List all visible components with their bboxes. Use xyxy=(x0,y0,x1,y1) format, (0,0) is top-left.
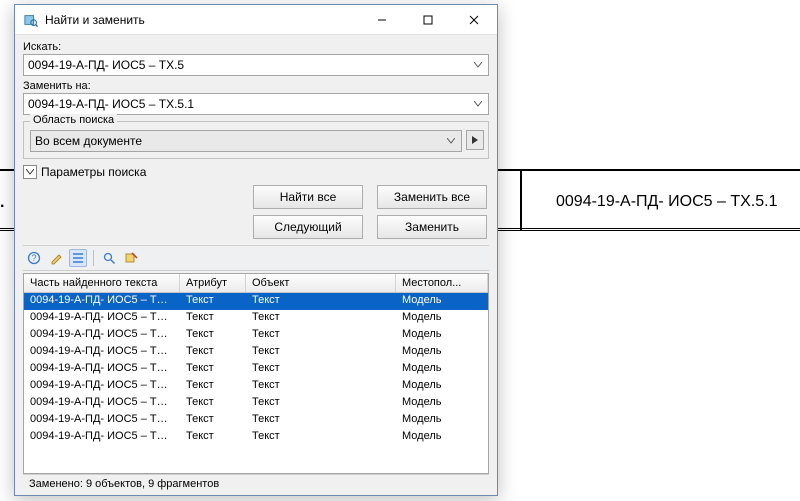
table-cell: Текст xyxy=(246,412,396,429)
scope-value: Во всем документе xyxy=(35,131,443,151)
results-table[interactable]: Часть найденного текста Атрибут Объект М… xyxy=(23,273,489,474)
table-cell: 0094-19-А-ПД- ИОС5 – ТХ.5.1 xyxy=(24,429,180,446)
chevron-down-icon[interactable] xyxy=(23,165,37,179)
table-cell: 0094-19-А-ПД- ИОС5 – ТХ.5.1 xyxy=(24,344,180,361)
table-cell: Текст xyxy=(246,395,396,412)
table-cell: 0094-19-А-ПД- ИОС5 – ТХ.5.1 xyxy=(24,310,180,327)
results-toolbar: ? xyxy=(23,245,489,271)
table-cell: Текст xyxy=(246,361,396,378)
table-cell: Модель xyxy=(396,395,488,412)
table-cell: Модель xyxy=(396,412,488,429)
table-cell: Текст xyxy=(246,327,396,344)
find-replace-dialog: Найти и заменить Искать: 0094-19-А-ПД- И… xyxy=(14,4,498,496)
replace-combo[interactable]: 0094-19-А-ПД- ИОС5 – ТХ.5.1 xyxy=(23,93,489,115)
table-cell: Текст xyxy=(180,361,246,378)
go-button[interactable] xyxy=(466,130,484,150)
table-cell: Модель xyxy=(396,293,488,310)
table-cell: 0094-19-А-ПД- ИОС5 – ТХ.5.1 xyxy=(24,378,180,395)
titlebar[interactable]: Найти и заменить xyxy=(15,5,497,35)
scope-title: Область поиска xyxy=(30,114,117,126)
table-cell: 0094-19-А-ПД- ИОС5 – ТХ.5.1 xyxy=(24,293,180,310)
table-cell: 0094-19-А-ПД- ИОС5 – ТХ.5.1 xyxy=(24,395,180,412)
table-row[interactable]: 0094-19-А-ПД- ИОС5 – ТХ.5.1ТекстТекстМод… xyxy=(24,344,488,361)
params-expander[interactable]: Параметры поиска xyxy=(23,165,489,179)
search-label: Искать: xyxy=(23,41,489,53)
help-icon[interactable]: ? xyxy=(25,249,43,267)
table-cell: Модель xyxy=(396,378,488,395)
col-header-location[interactable]: Местопол... xyxy=(396,274,488,292)
highlight-icon[interactable] xyxy=(122,249,140,267)
table-cell: Текст xyxy=(180,293,246,310)
table-row[interactable]: 0094-19-А-ПД- ИОС5 – ТХ.5.1ТекстТекстМод… xyxy=(24,293,488,310)
chevron-down-icon[interactable] xyxy=(470,95,486,113)
app-icon xyxy=(23,12,39,28)
edit-icon[interactable] xyxy=(47,249,65,267)
svg-text:?: ? xyxy=(31,253,36,263)
table-cell: 0094-19-А-ПД- ИОС5 – ТХ.5.1 xyxy=(24,327,180,344)
table-row[interactable]: 0094-19-А-ПД- ИОС5 – ТХ.5.1ТекстТекстМод… xyxy=(24,310,488,327)
col-header-object[interactable]: Объект xyxy=(246,274,396,292)
table-cell: Текст xyxy=(246,344,396,361)
find-all-button[interactable]: Найти все xyxy=(253,185,363,209)
magnifier-icon[interactable] xyxy=(100,249,118,267)
replace-value: 0094-19-А-ПД- ИОС5 – ТХ.5.1 xyxy=(28,94,470,114)
table-cell: Текст xyxy=(180,327,246,344)
replace-button[interactable]: Заменить xyxy=(377,215,487,239)
table-cell: Текст xyxy=(246,293,396,310)
table-cell: Модель xyxy=(396,344,488,361)
table-cell: Текст xyxy=(246,378,396,395)
table-cell: Текст xyxy=(180,412,246,429)
table-row[interactable]: 0094-19-А-ПД- ИОС5 – ТХ.5.1ТекстТекстМод… xyxy=(24,378,488,395)
window-title: Найти и заменить xyxy=(45,13,359,27)
table-cell: Текст xyxy=(180,378,246,395)
table-row[interactable]: 0094-19-А-ПД- ИОС5 – ТХ.5.1ТекстТекстМод… xyxy=(24,361,488,378)
table-cell: Модель xyxy=(396,327,488,344)
next-button[interactable]: Следующий xyxy=(253,215,363,239)
table-cell: Текст xyxy=(246,310,396,327)
list-view-icon[interactable] xyxy=(69,249,87,267)
col-header-attribute[interactable]: Атрибут xyxy=(180,274,246,292)
col-header-text[interactable]: Часть найденного текста xyxy=(24,274,180,292)
table-row[interactable]: 0094-19-А-ПД- ИОС5 – ТХ.5.1ТекстТекстМод… xyxy=(24,395,488,412)
table-cell: Текст xyxy=(246,429,396,446)
replace-label: Заменить на: xyxy=(23,80,489,92)
table-cell: Текст xyxy=(180,395,246,412)
table-cell: Текст xyxy=(180,310,246,327)
doc-row-number: . xyxy=(0,194,4,212)
table-cell: Модель xyxy=(396,361,488,378)
search-combo[interactable]: 0094-19-А-ПД- ИОС5 – ТХ.5 xyxy=(23,54,489,76)
table-row[interactable]: 0094-19-А-ПД- ИОС5 – ТХ.5.1ТекстТекстМод… xyxy=(24,429,488,446)
table-cell: Модель xyxy=(396,310,488,327)
table-cell: 0094-19-А-ПД- ИОС5 – ТХ.5.1 xyxy=(24,361,180,378)
search-value: 0094-19-А-ПД- ИОС5 – ТХ.5 xyxy=(28,55,470,75)
scope-combo[interactable]: Во всем документе xyxy=(30,130,462,152)
search-scope-group: Область поиска Во всем документе xyxy=(23,121,489,159)
doc-cell-value: 0094-19-А-ПД- ИОС5 – ТХ.5.1 xyxy=(556,193,777,211)
table-cell: 0094-19-А-ПД- ИОС5 – ТХ.5.1 xyxy=(24,412,180,429)
replace-all-button[interactable]: Заменить все xyxy=(377,185,487,209)
status-bar: Заменено: 9 объектов, 9 фрагментов xyxy=(23,474,489,493)
chevron-down-icon[interactable] xyxy=(443,132,459,150)
table-row[interactable]: 0094-19-А-ПД- ИОС5 – ТХ.5.1ТекстТекстМод… xyxy=(24,412,488,429)
chevron-down-icon[interactable] xyxy=(470,56,486,74)
table-cell: Текст xyxy=(180,344,246,361)
params-title: Параметры поиска xyxy=(41,165,146,179)
maximize-button[interactable] xyxy=(405,5,451,34)
table-cell: Текст xyxy=(180,429,246,446)
minimize-button[interactable] xyxy=(359,5,405,34)
close-button[interactable] xyxy=(451,5,497,34)
table-cell: Модель xyxy=(396,429,488,446)
table-row[interactable]: 0094-19-А-ПД- ИОС5 – ТХ.5.1ТекстТекстМод… xyxy=(24,327,488,344)
